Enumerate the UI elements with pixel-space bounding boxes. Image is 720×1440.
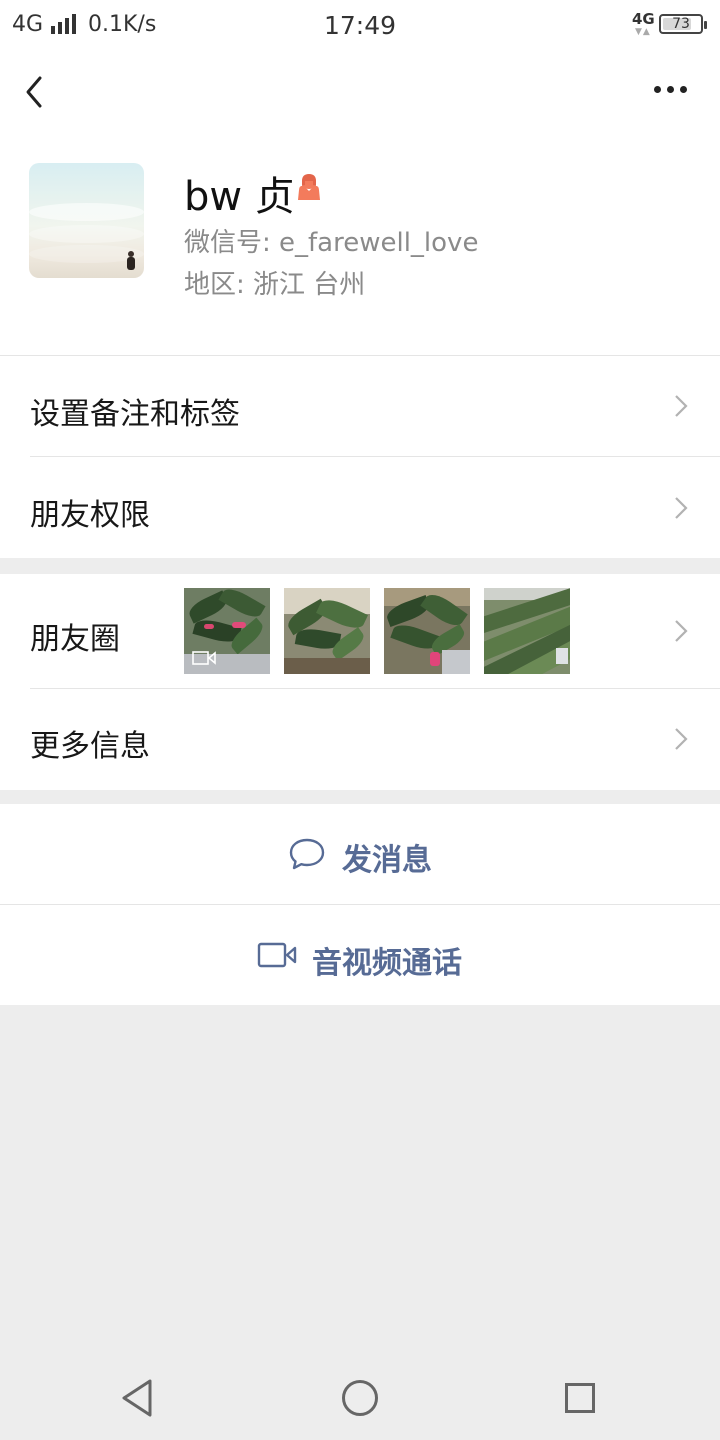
chevron-right-icon <box>675 497 688 519</box>
moments-photo <box>484 588 570 674</box>
chevron-right-icon <box>675 620 688 642</box>
more-options-icon[interactable] <box>648 80 692 100</box>
remark-tags-row[interactable]: 设置备注和标签 <box>0 356 720 457</box>
voice-video-call-label: 音视频通话 <box>312 946 462 981</box>
nav-back-icon[interactable] <box>120 1378 156 1418</box>
chevron-right-icon <box>675 728 688 750</box>
send-message-label: 发消息 <box>342 843 432 878</box>
chat-bubble-icon <box>289 838 325 870</box>
region: 地区: 浙江 台州 <box>184 270 366 300</box>
clock: 17:49 <box>323 11 397 40</box>
moments-photo <box>284 588 370 674</box>
friend-permissions-row[interactable]: 朋友权限 <box>0 457 720 558</box>
moments-photo <box>384 588 470 674</box>
more-info-label: 更多信息 <box>30 729 150 764</box>
avatar[interactable] <box>29 163 144 278</box>
video-icon <box>192 651 216 665</box>
video-camera-icon <box>257 942 297 968</box>
female-icon <box>298 174 320 200</box>
status-bar: 4G 0.1K/s 17:49 4G ▼▲ 73 <box>0 0 720 52</box>
more-info-row[interactable]: 更多信息 <box>0 689 720 790</box>
battery-icon: 73 <box>659 14 707 34</box>
remark-tags-label: 设置备注和标签 <box>30 397 240 432</box>
friend-permissions-label: 朋友权限 <box>30 498 150 533</box>
profile-name: bw 贞 <box>184 174 295 220</box>
battery-level: 73 <box>672 16 690 32</box>
send-message-button[interactable]: 发消息 <box>0 804 720 904</box>
network-type-right: 4G <box>632 10 655 28</box>
back-icon[interactable] <box>20 72 50 112</box>
data-arrows-icon: ▼▲ <box>635 27 651 37</box>
nav-recent-apps-icon[interactable] <box>565 1383 595 1413</box>
moments-label: 朋友圈 <box>30 622 120 657</box>
chevron-right-icon <box>675 395 688 417</box>
voice-video-call-button[interactable]: 音视频通话 <box>0 905 720 1005</box>
moments-row[interactable]: 朋友圈 <box>0 574 720 689</box>
nav-home-icon[interactable] <box>342 1380 378 1416</box>
moments-photo <box>184 588 270 674</box>
wechat-id: 微信号: e_farewell_love <box>184 228 479 258</box>
